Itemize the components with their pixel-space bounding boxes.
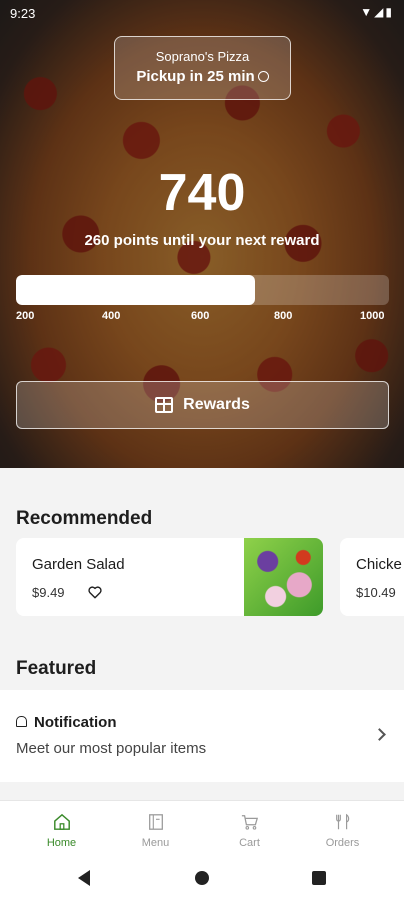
system-navigation-bar	[0, 856, 404, 900]
bell-icon	[16, 716, 27, 727]
heart-icon[interactable]	[88, 586, 102, 599]
home-circle-icon[interactable]	[195, 871, 209, 885]
back-icon[interactable]	[78, 870, 90, 886]
chevron-down-icon	[257, 71, 269, 82]
points-progress-fill	[16, 275, 255, 305]
product-card-chicken[interactable]: Chicke $10.49	[340, 538, 404, 616]
points-subtitle: 260 points until your next reward	[84, 232, 320, 249]
nav-label: Orders	[325, 837, 360, 849]
gift-icon	[155, 397, 174, 413]
battery-icon: ▮	[385, 5, 394, 19]
progress-ticks: 200 400 600 800 1000	[16, 310, 389, 324]
signal-icon: ◢	[374, 5, 386, 19]
pickup-time: Pickup in 25 min	[115, 68, 290, 85]
cart-icon	[241, 815, 258, 830]
points-count: 740	[158, 164, 246, 222]
featured-notification-row[interactable]: Notification Meet our most popular items	[0, 690, 404, 782]
nav-label: Menu	[141, 837, 170, 849]
nav-label: Home	[46, 837, 77, 849]
store-name: Soprano's Pizza	[155, 49, 250, 64]
menu-book-icon	[148, 814, 163, 830]
notification-label: Notification	[34, 714, 117, 731]
nav-home[interactable]: Home	[11, 801, 112, 857]
chevron-right-icon	[373, 728, 386, 741]
rewards-button[interactable]: Rewards	[16, 381, 389, 429]
points-progress-bar	[16, 275, 389, 305]
bottom-nav: Home Menu Cart Orders	[0, 800, 404, 856]
product-price: $9.49	[32, 585, 65, 600]
product-name: Garden Salad	[32, 556, 125, 573]
status-icons: ▼◢▮	[360, 5, 394, 19]
tick-label: 800	[274, 310, 293, 322]
nav-menu[interactable]: Menu	[105, 801, 206, 857]
product-card-garden-salad[interactable]: Garden Salad $9.49	[16, 538, 323, 616]
product-price: $10.49	[356, 585, 396, 600]
home-content: Recommended Garden Salad $9.49 Chicke $1…	[0, 468, 404, 800]
recents-icon[interactable]	[312, 871, 326, 885]
product-name: Chicke	[356, 556, 402, 573]
home-icon	[53, 813, 70, 830]
tick-label: 1000	[360, 310, 385, 322]
pickup-text: Pickup in 25 min	[136, 68, 255, 85]
store-pickup-card[interactable]: Soprano's Pizza Pickup in 25 min	[114, 36, 291, 100]
nav-cart[interactable]: Cart	[199, 801, 300, 857]
recommended-list[interactable]: Garden Salad $9.49 Chicke $10.49	[16, 538, 404, 616]
recommended-title: Recommended	[16, 508, 153, 529]
tick-label: 200	[16, 310, 35, 322]
rewards-label: Rewards	[183, 396, 250, 413]
nav-orders[interactable]: Orders	[292, 801, 393, 857]
status-bar: 9:23 ▼◢▮	[0, 0, 404, 26]
status-time: 9:23	[10, 6, 36, 21]
featured-title: Featured	[16, 658, 97, 679]
tick-label: 600	[191, 310, 210, 322]
hero-banner: 9:23 ▼◢▮ Soprano's Pizza Pickup in 25 mi…	[0, 0, 404, 468]
tick-label: 400	[102, 310, 121, 322]
product-image	[244, 538, 323, 616]
notification-text: Meet our most popular items	[16, 740, 207, 757]
utensils-icon	[335, 813, 349, 830]
wifi-icon: ▼	[360, 5, 375, 19]
nav-label: Cart	[239, 837, 260, 849]
